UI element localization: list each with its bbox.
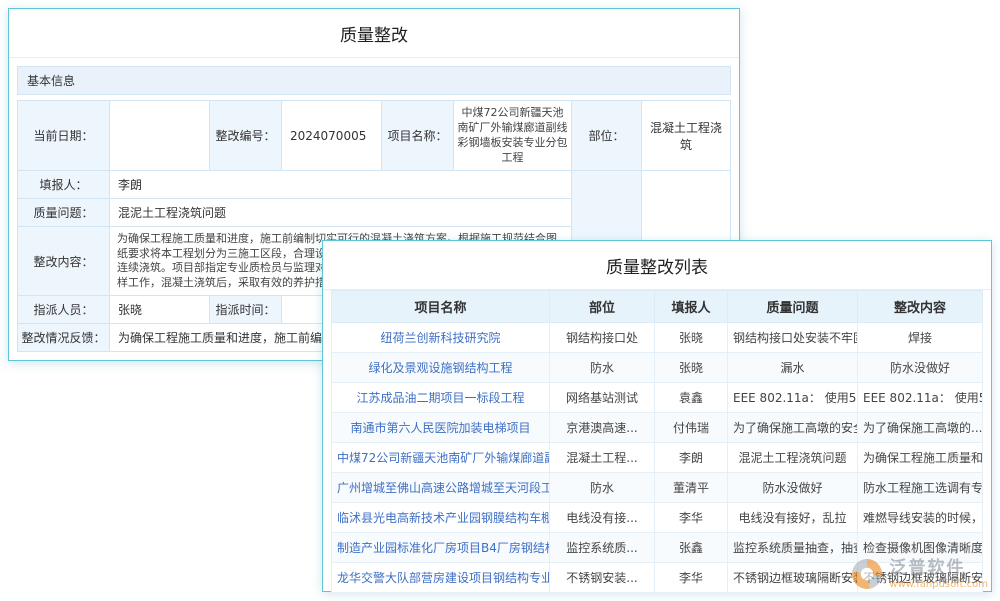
project-name-label: 项目名称： — [382, 101, 454, 171]
table-row: 绿化及景观设施钢结构工程防水张晓漏水防水没做好 — [332, 353, 983, 383]
table-cell: 李华 — [655, 503, 728, 533]
issue-label: 质量问题： — [18, 199, 110, 227]
table-cell: 李朗 — [655, 443, 728, 473]
part-value: 混凝土工程浇筑 — [642, 101, 731, 171]
basic-info-section-header: 基本信息 — [17, 66, 731, 95]
table-cell: 防水没做好 — [858, 353, 983, 383]
table-row: 纽荷兰创新科技研究院钢结构接口处张晓钢结构接口处安装不牢固焊接 — [332, 323, 983, 353]
project-name-link[interactable]: 制造产业园标准化厂房项目B4厂房钢结构... — [332, 533, 550, 563]
table-cell: 张晓 — [655, 353, 728, 383]
table-cell: 为了确保施工高墩的... — [858, 413, 983, 443]
project-name-value: 中煤72公司新疆天池南矿厂外输煤廊道副线彩钢墙板安装专业分包工程 — [454, 101, 572, 171]
project-name-link[interactable]: 绿化及景观设施钢结构工程 — [332, 353, 550, 383]
table-cell: 不锈钢安装... — [550, 563, 655, 593]
current-date-value — [110, 101, 210, 171]
current-date-label: 当前日期： — [18, 101, 110, 171]
column-header: 部位 — [550, 291, 655, 323]
project-name-link[interactable]: 龙华交警大队部营房建设项目钢结构专业... — [332, 563, 550, 593]
table-cell: 董清平 — [655, 473, 728, 503]
table-row: 临沭县光电高新技术产业园钢膜结构车棚...电线没有接...李华电线没有接好，乱拉… — [332, 503, 983, 533]
table-cell: 防水 — [550, 473, 655, 503]
table-cell: 漏水 — [728, 353, 858, 383]
table-row: 广州增城至佛山高速公路增城至天河段工...防水董清平防水没做好防水工程施工选调有… — [332, 473, 983, 503]
content-label: 整改内容： — [18, 227, 110, 296]
column-header: 项目名称 — [332, 291, 550, 323]
project-name-link[interactable]: 纽荷兰创新科技研究院 — [332, 323, 550, 353]
table-cell: 张鑫 — [655, 533, 728, 563]
table-cell: 付伟瑞 — [655, 413, 728, 443]
table-cell: 电线没有接好，乱拉 — [728, 503, 858, 533]
table-cell: 张晓 — [655, 323, 728, 353]
table-cell: 李华 — [655, 563, 728, 593]
project-name-link[interactable]: 临沭县光电高新技术产业园钢膜结构车棚... — [332, 503, 550, 533]
quality-rectification-list-panel: 质量整改列表 项目名称部位填报人质量问题整改内容 纽荷兰创新科技研究院钢结构接口… — [322, 240, 992, 592]
fanpu-logo-icon — [852, 559, 882, 589]
column-header: 质量问题 — [728, 291, 858, 323]
reporter-label: 填报人： — [18, 171, 110, 199]
watermark-text: 泛普软件 www.fanpusoft.com — [889, 559, 988, 590]
table-cell: 防水没做好 — [728, 473, 858, 503]
reporter-value: 李朗 — [110, 171, 572, 199]
table-cell: 网络基站测试 — [550, 383, 655, 413]
assign-time-label: 指派时间： — [210, 296, 282, 324]
table-cell: 为确保工程施工质量和进... — [858, 443, 983, 473]
form-row: 当前日期： 整改编号： 2024070005 项目名称： 中煤72公司新疆天池南… — [18, 101, 731, 171]
table-cell: EEE 802.11a： 使用5GH... — [858, 383, 983, 413]
watermark: 泛普软件 www.fanpusoft.com — [852, 559, 988, 590]
project-name-link[interactable]: 江苏成品油二期项目一标段工程 — [332, 383, 550, 413]
table-row: 南通市第六人民医院加装电梯项目京港澳高速...付伟瑞为了确保施工高墩的安全...… — [332, 413, 983, 443]
watermark-url: www.fanpusoft.com — [889, 579, 988, 591]
table-cell: 混泥土工程浇筑问题 — [728, 443, 858, 473]
table-row: 中煤72公司新疆天池南矿厂外输煤廊道副...混凝土工程...李朗混泥土工程浇筑问… — [332, 443, 983, 473]
form-row: 填报人： 李朗 现场图片： — [18, 171, 731, 199]
list-body: 纽荷兰创新科技研究院钢结构接口处张晓钢结构接口处安装不牢固焊接绿化及景观设施钢结… — [332, 323, 983, 593]
assignee-value: 张晓 — [110, 296, 210, 324]
project-name-link[interactable]: 中煤72公司新疆天池南矿厂外输煤廊道副... — [332, 443, 550, 473]
table-cell: 京港澳高速... — [550, 413, 655, 443]
table-cell: 防水 — [550, 353, 655, 383]
list-table-wrap: 项目名称部位填报人质量问题整改内容 纽荷兰创新科技研究院钢结构接口处张晓钢结构接… — [323, 290, 991, 601]
number-value: 2024070005 — [282, 101, 382, 171]
table-cell: 难燃导线安装的时候，所... — [858, 503, 983, 533]
table-cell: 监控系统质... — [550, 533, 655, 563]
table-cell: 监控系统质量抽查，抽查2... — [728, 533, 858, 563]
project-name-link[interactable]: 广州增城至佛山高速公路增城至天河段工... — [332, 473, 550, 503]
table-cell: 混凝土工程... — [550, 443, 655, 473]
form-panel-title: 质量整改 — [9, 9, 739, 58]
feedback-label: 整改情况反馈： — [18, 324, 110, 352]
table-cell: 焊接 — [858, 323, 983, 353]
list-panel-title: 质量整改列表 — [323, 241, 991, 290]
column-header: 整改内容 — [858, 291, 983, 323]
watermark-brand: 泛普软件 — [889, 559, 988, 579]
table-row: 江苏成品油二期项目一标段工程网络基站测试袁鑫EEE 802.11a： 使用5GH… — [332, 383, 983, 413]
issue-value: 混泥土工程浇筑问题 — [110, 199, 572, 227]
table-cell: 不锈钢边框玻璃隔断安装... — [728, 563, 858, 593]
rectification-list-table: 项目名称部位填报人质量问题整改内容 纽荷兰创新科技研究院钢结构接口处张晓钢结构接… — [331, 290, 983, 593]
table-cell: 为了确保施工高墩的安全... — [728, 413, 858, 443]
table-cell: 钢结构接口处 — [550, 323, 655, 353]
list-header-row: 项目名称部位填报人质量问题整改内容 — [332, 291, 983, 323]
part-label: 部位： — [572, 101, 642, 171]
table-cell: 电线没有接... — [550, 503, 655, 533]
assignee-label: 指派人员： — [18, 296, 110, 324]
column-header: 填报人 — [655, 291, 728, 323]
table-cell: 钢结构接口处安装不牢固 — [728, 323, 858, 353]
project-name-link[interactable]: 南通市第六人民医院加装电梯项目 — [332, 413, 550, 443]
table-cell: EEE 802.11a： 使用5GHz... — [728, 383, 858, 413]
table-cell: 袁鑫 — [655, 383, 728, 413]
table-cell: 防水工程施工选调有专业... — [858, 473, 983, 503]
number-label: 整改编号： — [210, 101, 282, 171]
